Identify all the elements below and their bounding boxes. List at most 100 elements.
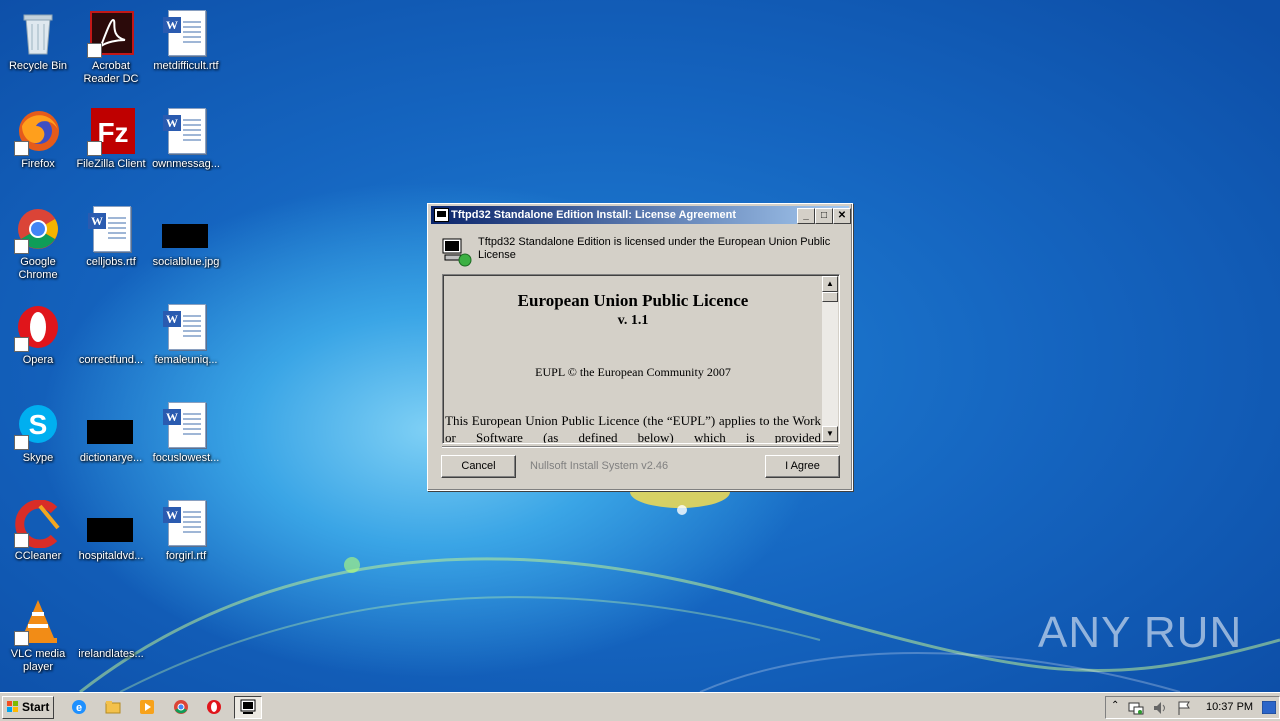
desktop-icon-correctfund[interactable]: correctfund... (73, 300, 149, 392)
desktop-icon-forgirl-rtf[interactable]: W forgirl.rtf (148, 496, 224, 588)
file-explorer-icon[interactable] (105, 699, 121, 715)
clock[interactable]: 10:37 PM (1206, 697, 1253, 718)
start-label: Start (22, 700, 50, 714)
close-button[interactable]: ✕ (833, 208, 851, 224)
installer-taskbar-icon (240, 699, 256, 714)
taskbar-item-installer[interactable] (234, 696, 262, 719)
desktop-icon-celljobs-rtf[interactable]: W celljobs.rtf (73, 202, 149, 294)
i-agree-button[interactable]: I Agree (765, 455, 840, 478)
desktop-icon-dictionarye[interactable]: dictionarye... (73, 398, 149, 490)
desktop-icon-label: Google Chrome (18, 256, 58, 281)
license-text-box[interactable]: European Union Public Licence v. 1.1 EUP… (442, 274, 840, 444)
scroll-thumb[interactable] (822, 292, 838, 302)
license-scrollbar[interactable]: ▲ ▼ (822, 276, 838, 442)
desktop-icon-label: forgirl.rtf (165, 550, 207, 562)
image-thumbnail-icon (162, 206, 210, 254)
opera-icon (14, 304, 62, 352)
desktop-icon-vlc-media-player[interactable]: VLC media player (0, 594, 76, 686)
license-agreement-dialog: Tftpd32 Standalone Edition Install: Lice… (427, 203, 853, 491)
maximize-button[interactable]: □ (815, 208, 833, 224)
scroll-up-arrow-icon[interactable]: ▲ (822, 276, 838, 292)
desktop-icon-label: irelandlates... (78, 648, 144, 660)
action-center-flag-icon[interactable] (1176, 700, 1192, 716)
svg-text:Fz: Fz (97, 117, 128, 148)
desktop-icon-metdifficult-rtf[interactable]: W metdifficult.rtf (148, 6, 224, 98)
desktop-icon-filezilla-client[interactable]: Fz FileZilla Client (73, 104, 149, 196)
desktop-icon-google-chrome[interactable]: Google Chrome (0, 202, 76, 294)
desktop-icon-label: Recycle Bin (8, 60, 68, 72)
desktop-icon-hospitaldvd[interactable]: hospitaldvd... (73, 496, 149, 588)
desktop: Recycle Bin Firefox Google Chrome Opera … (0, 0, 1280, 692)
desktop-icon-label: socialblue.jpg (152, 256, 220, 268)
shortcut-arrow-icon (87, 141, 102, 156)
desktop-icon-focuslowest[interactable]: W focuslowest... (148, 398, 224, 490)
desktop-icon-ccleaner[interactable]: CCleaner (0, 496, 76, 588)
installer-computer-icon (441, 237, 473, 267)
license-content: European Union Public Licence v. 1.1 EUP… (445, 277, 821, 444)
license-paragraph: This European Union Public Licence (the … (445, 413, 821, 444)
image-thumbnail-icon (87, 500, 135, 548)
desktop-icon-label: dictionarye... (79, 452, 143, 464)
desktop-icon-firefox[interactable]: Firefox (0, 104, 76, 196)
dialog-separator (442, 446, 838, 448)
blank-file-icon (87, 304, 135, 352)
scroll-down-arrow-icon[interactable]: ▼ (822, 426, 838, 442)
desktop-icon-opera[interactable]: Opera (0, 300, 76, 392)
windows-flag-icon (7, 701, 18, 712)
network-icon[interactable] (1128, 700, 1144, 716)
license-copyright: EUPL © the European Community 2007 (535, 365, 731, 379)
desktop-icon-label: Acrobat Reader DC (83, 60, 139, 85)
desktop-icon-femaleuniq[interactable]: W femaleuniq... (148, 300, 224, 392)
desktop-icon-socialblue-jpg[interactable]: socialblue.jpg (148, 202, 224, 294)
desktop-icon-label: focuslowest... (152, 452, 220, 464)
nsis-branding-text: Nullsoft Install System v2.46 (530, 460, 669, 472)
desktop-icon-label: ownmessag... (152, 158, 220, 170)
desktop-icon-label: VLC media player (10, 648, 66, 673)
shortcut-arrow-icon (14, 533, 29, 548)
anyrun-watermark: ANY RUN (1038, 608, 1243, 657)
taskbar: Start e ⌃ 10:37 PM (0, 692, 1280, 721)
desktop-icon-skype[interactable]: S Skype (0, 398, 76, 490)
desktop-icon-label: Opera (22, 354, 54, 366)
license-header-text: Tftpd32 Standalone Edition is licensed u… (478, 236, 831, 261)
desktop-icon-irelandlates[interactable]: irelandlates... (73, 594, 149, 686)
desktop-icon-label: FileZilla Client (76, 158, 146, 170)
svg-text:e: e (76, 702, 82, 714)
show-hidden-icons-chevron-icon[interactable]: ⌃ (1111, 700, 1119, 711)
ccleaner-icon (14, 499, 62, 549)
desktop-icon-recycle-bin[interactable]: Recycle Bin (0, 6, 76, 98)
shortcut-arrow-icon (87, 43, 102, 58)
show-desktop-icon[interactable] (1262, 701, 1276, 714)
desktop-icon-label: femaleuniq... (154, 354, 218, 366)
chrome-taskbar-icon[interactable] (173, 699, 189, 715)
word-document-icon: W (162, 402, 210, 450)
word-document-icon: W (162, 500, 210, 548)
dialog-title-bar[interactable]: Tftpd32 Standalone Edition Install: Lice… (431, 206, 851, 224)
cancel-button[interactable]: Cancel (441, 455, 516, 478)
installer-app-icon (434, 208, 449, 222)
shortcut-arrow-icon (14, 435, 29, 450)
start-button[interactable]: Start (2, 696, 54, 719)
recycle-bin-icon (14, 10, 62, 58)
internet-explorer-icon[interactable]: e (71, 699, 87, 715)
word-document-icon: W (162, 304, 210, 352)
word-document-icon: W (87, 206, 135, 254)
opera-taskbar-icon[interactable] (206, 699, 222, 715)
minimize-button[interactable]: _ (797, 208, 815, 224)
shortcut-arrow-icon (14, 141, 29, 156)
media-player-icon[interactable] (139, 699, 155, 715)
desktop-icon-acrobat-reader[interactable]: Acrobat Reader DC (73, 6, 149, 98)
system-tray: ⌃ 10:37 PM (1105, 696, 1280, 719)
license-version: v. 1.1 (617, 313, 649, 328)
skype-icon: S (14, 402, 62, 450)
desktop-icon-label: Firefox (21, 158, 55, 170)
acrobat-reader-icon (87, 10, 135, 58)
volume-icon[interactable] (1152, 700, 1168, 716)
shortcut-arrow-icon (14, 631, 29, 646)
filezilla-icon: Fz (87, 108, 135, 156)
svg-text:S: S (29, 409, 48, 440)
desktop-icon-ownmessag[interactable]: W ownmessag... (148, 104, 224, 196)
desktop-icon-label: correctfund... (78, 354, 144, 366)
shortcut-arrow-icon (14, 239, 29, 254)
image-thumbnail-icon (87, 402, 135, 450)
